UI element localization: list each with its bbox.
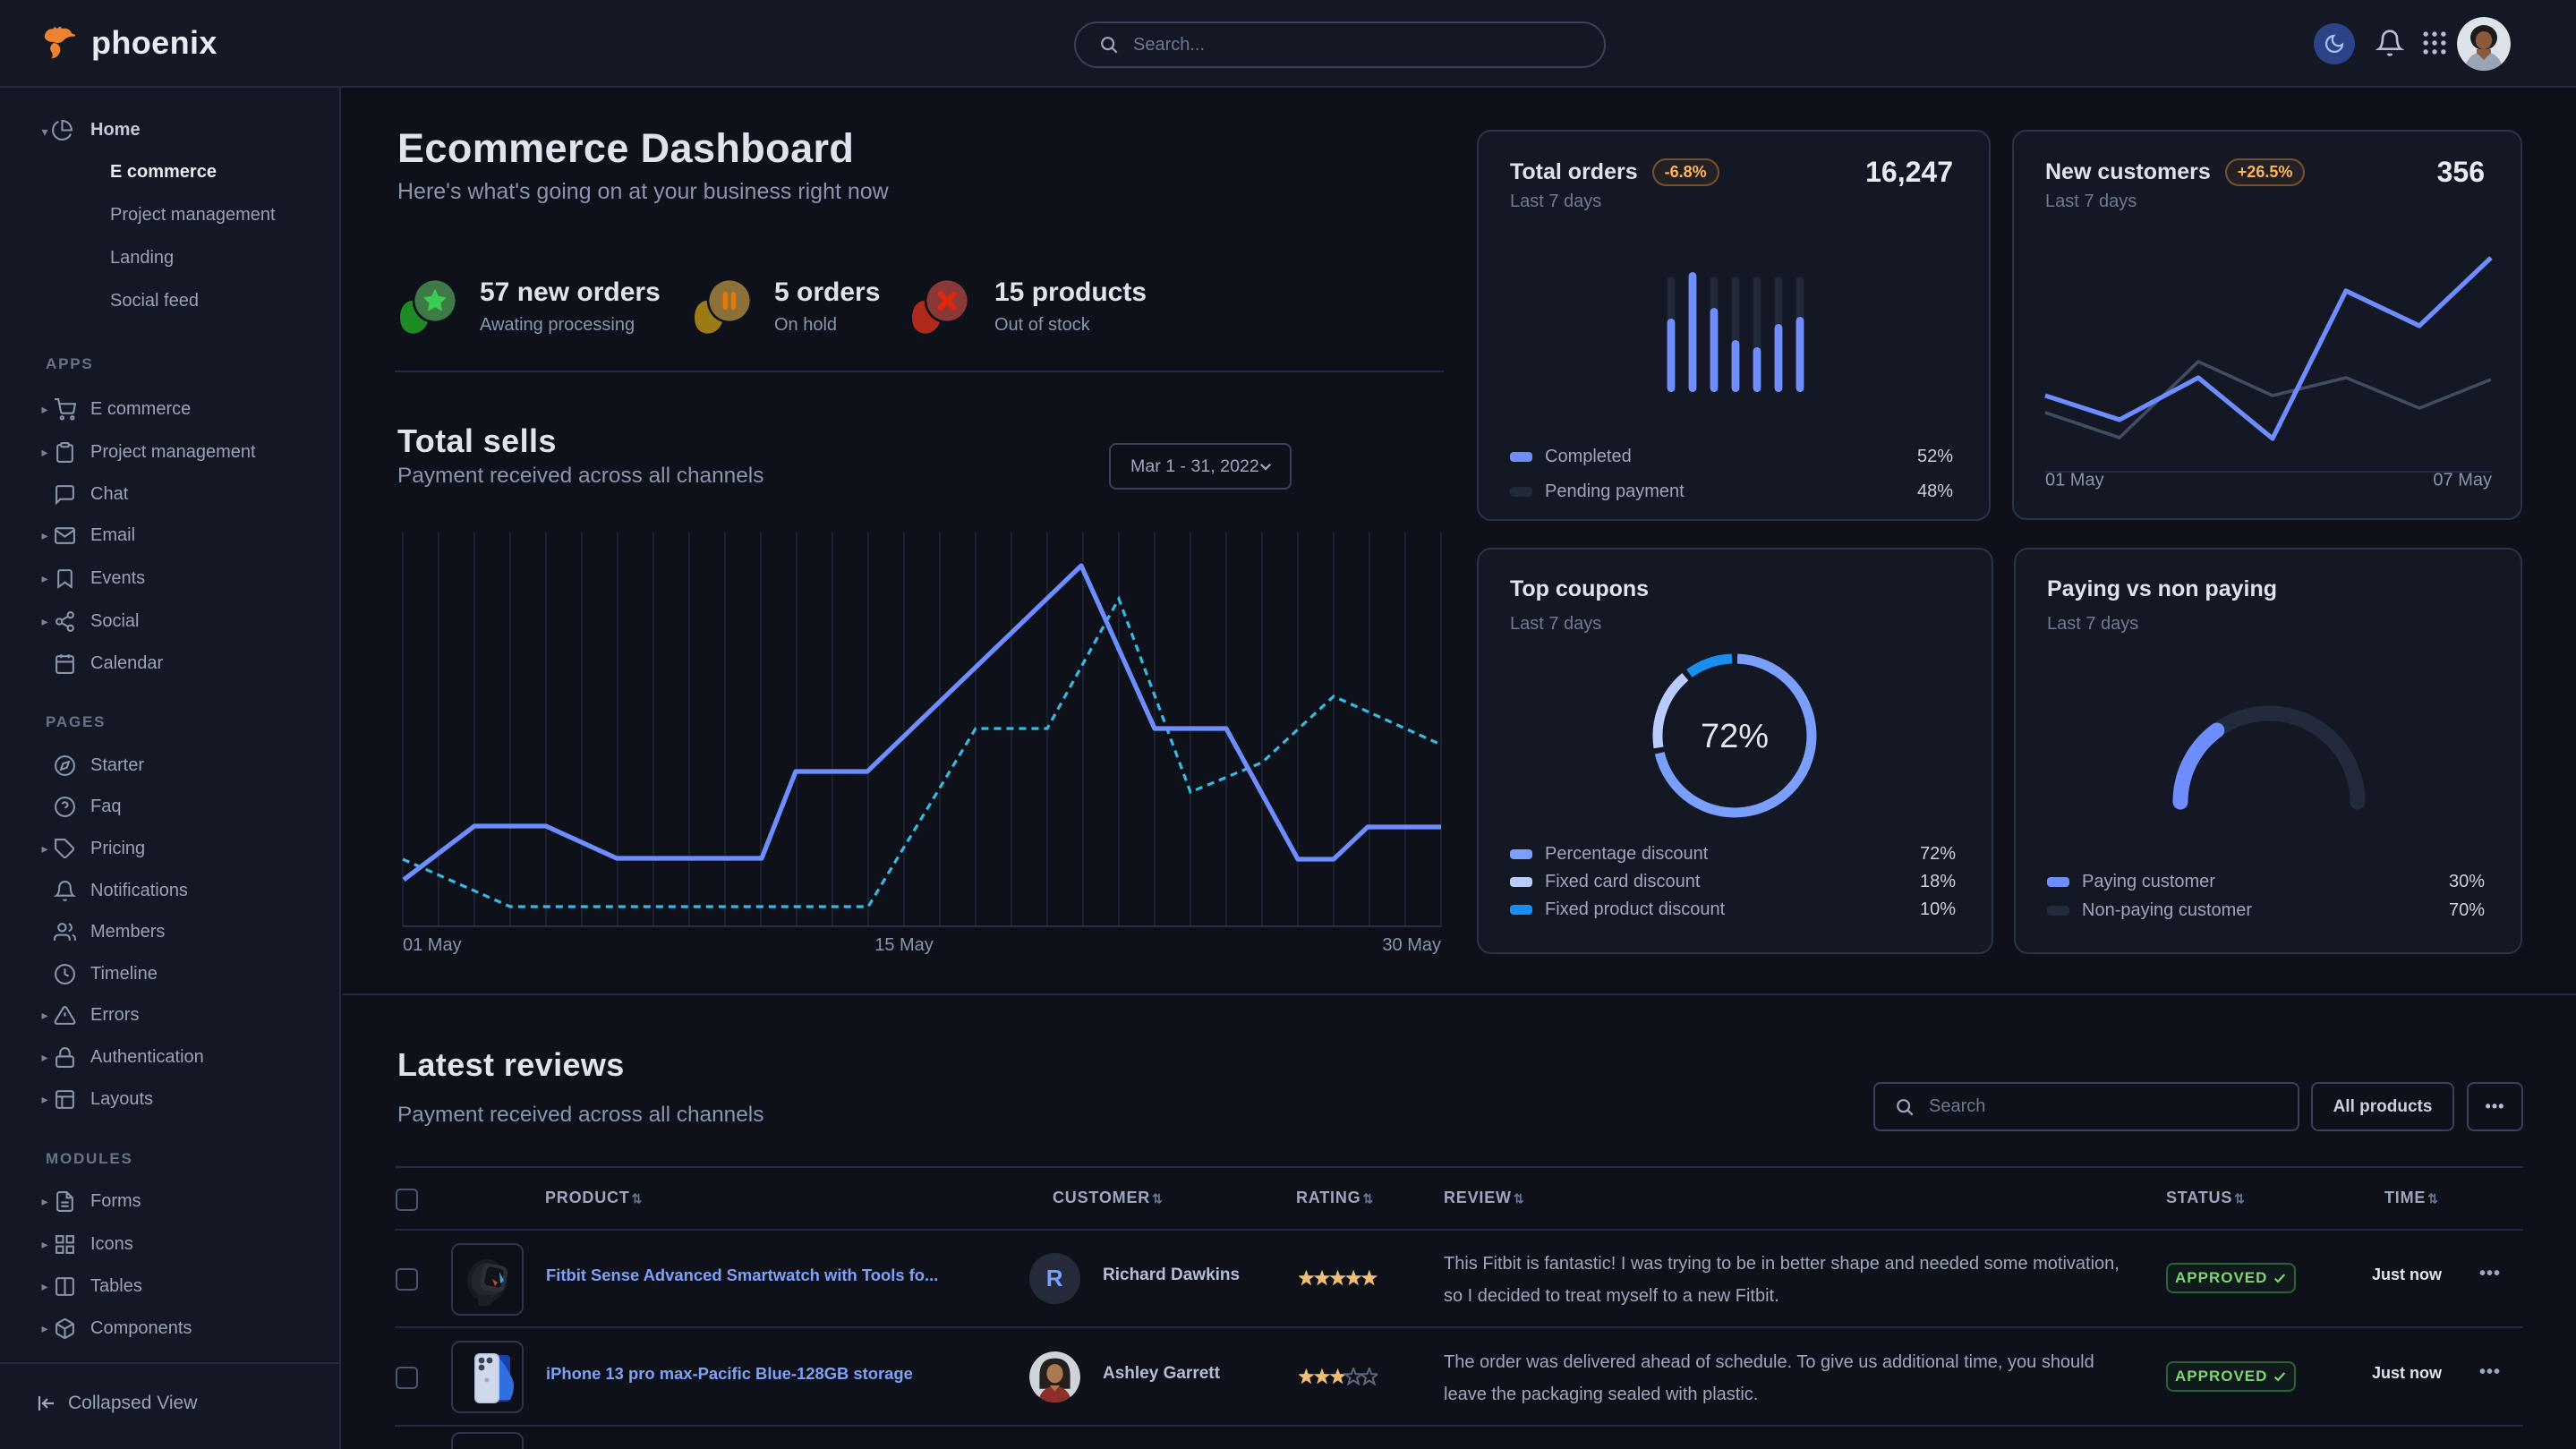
- svg-text:01 May: 01 May: [403, 935, 462, 955]
- svg-text:30 May: 30 May: [1382, 935, 1441, 955]
- svg-text:01 May: 01 May: [2045, 471, 2104, 490]
- svg-text:15 May: 15 May: [874, 935, 934, 955]
- svg-text:72%: 72%: [1701, 718, 1769, 755]
- svg-text:07 May: 07 May: [2433, 471, 2492, 490]
